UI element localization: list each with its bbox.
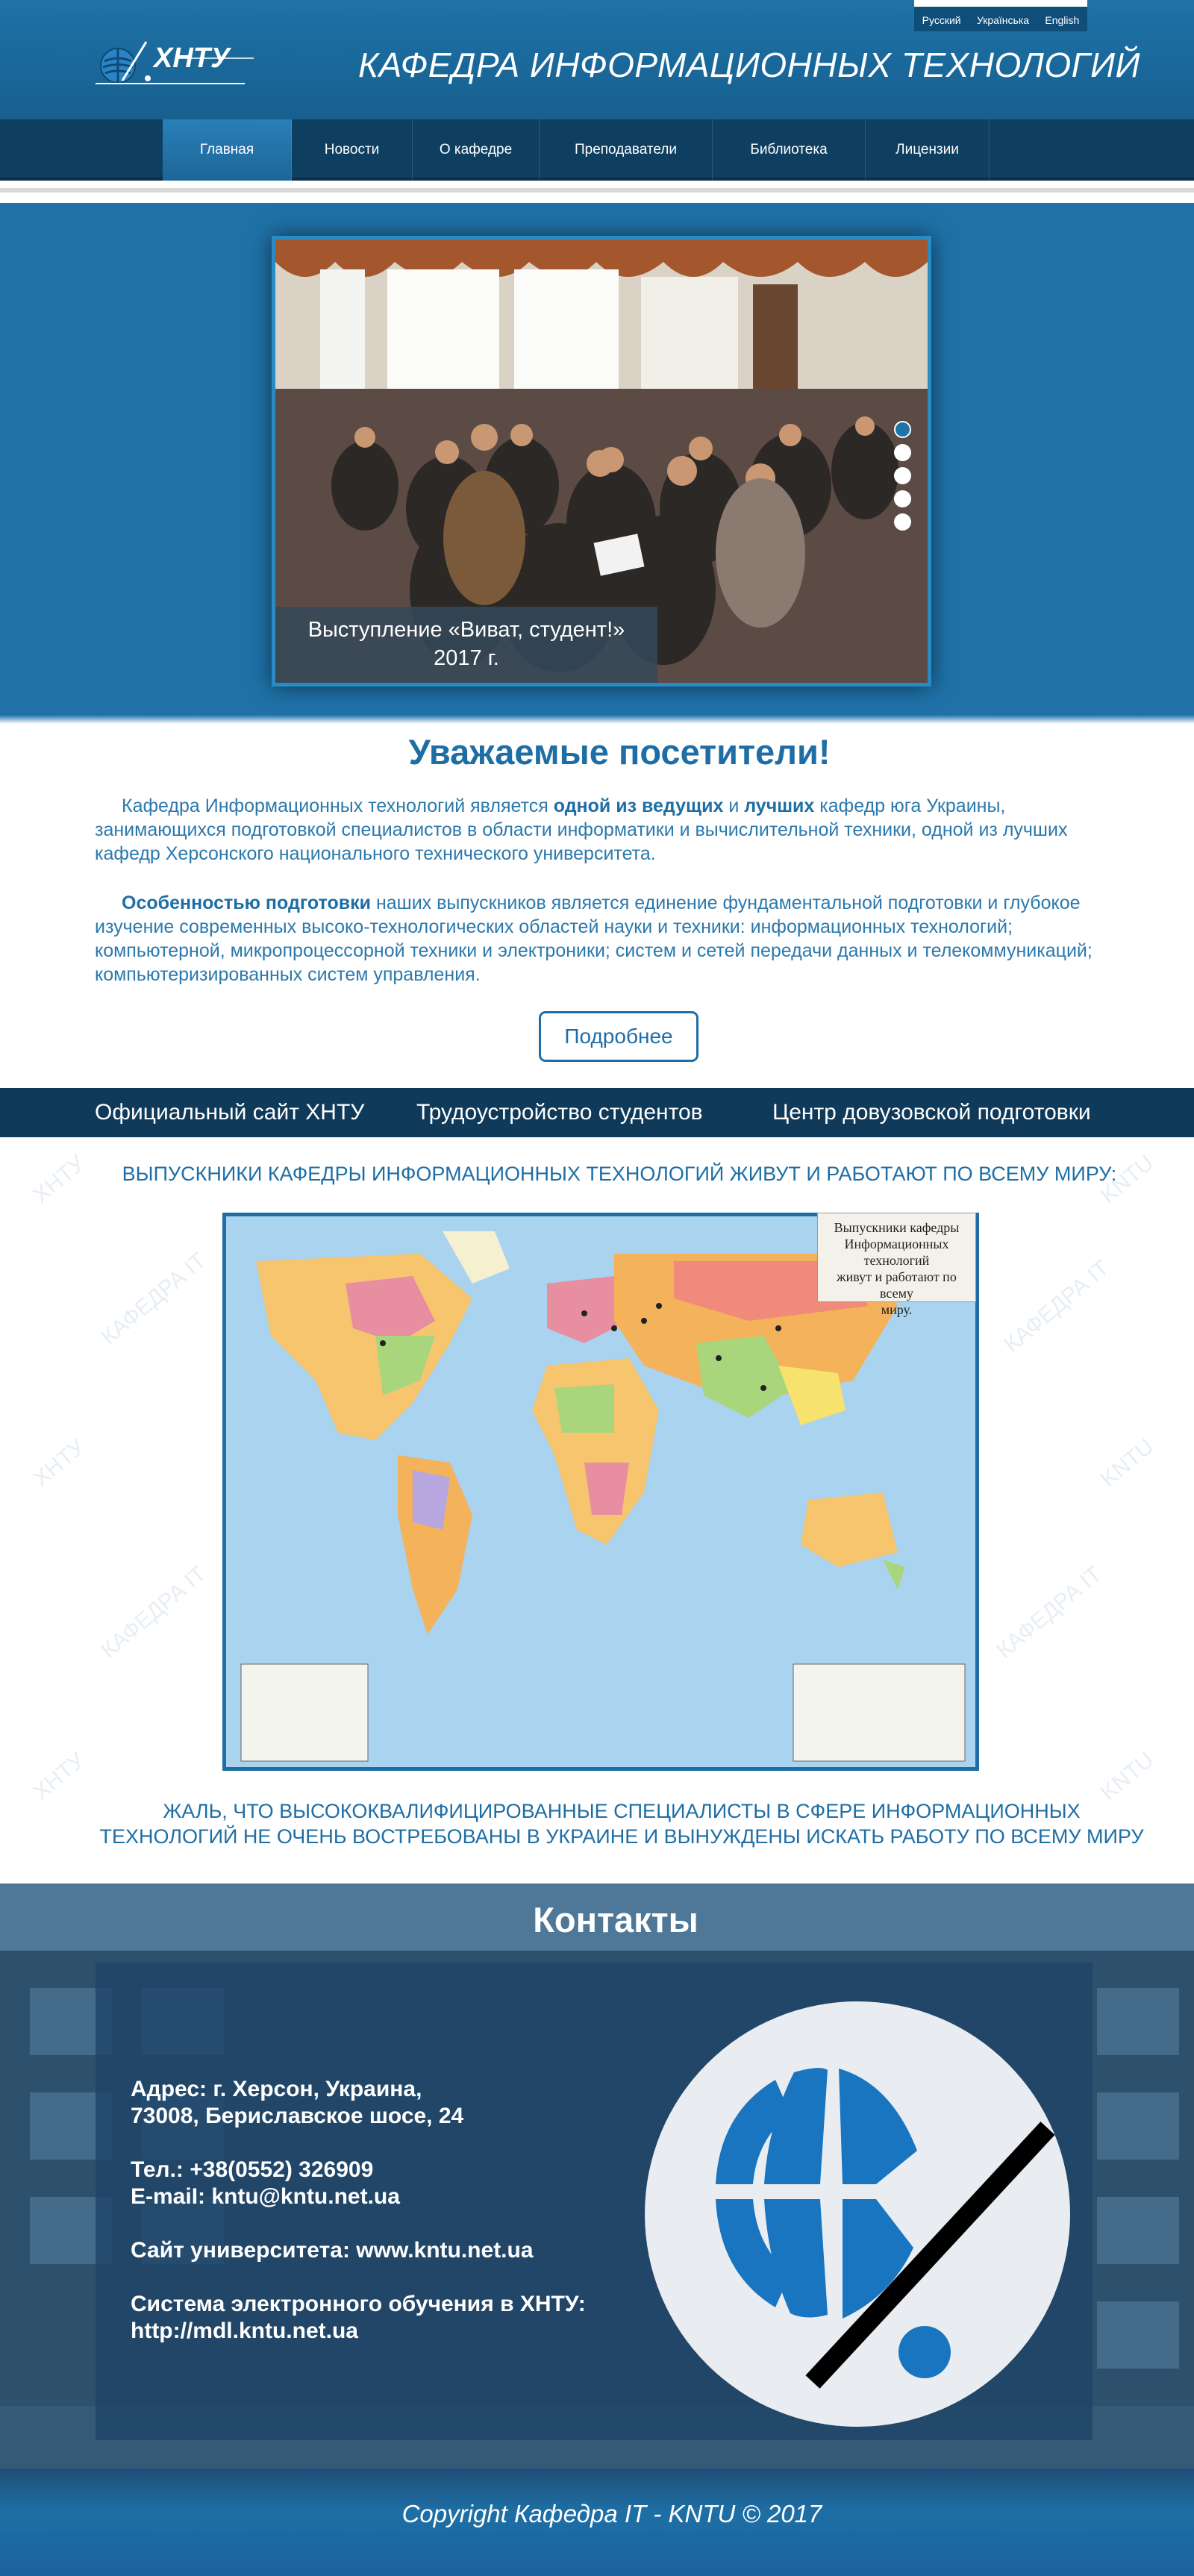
copyright-text: Copyright Кафедра IT - KNTU © 2017 <box>401 2500 822 2527</box>
welcome-emphasis: лучших <box>744 795 815 816</box>
header: Русский Українська English ХНТУ КАФЕДРА … <box>0 0 1194 119</box>
welcome-text: и <box>723 795 745 816</box>
lang-ukrainian-link[interactable]: Українська <box>977 14 1029 26</box>
welcome-paragraph-2: Особенностью подготовки наших выпускнико… <box>95 891 1102 987</box>
watermark-text: КАФЕДРА IT <box>96 1561 211 1663</box>
contact-elearning-label: Система электронного обучения в ХНТУ: <box>131 2292 586 2316</box>
nav-item-licenses[interactable]: Лицензии <box>866 119 990 181</box>
map-subtext-line: ТЕХНОЛОГИЙ НЕ ОЧЕНЬ ВОСТРЕБОВАНЫ В УКРАИ… <box>99 1825 1144 1848</box>
welcome-text: Кафедра Информационных технологий являет… <box>122 795 554 816</box>
header-divider <box>0 181 1194 203</box>
contact-address-line-2: 73008, Бериславское шосе, 24 <box>131 2104 464 2128</box>
welcome-emphasis: одной из ведущих <box>553 795 724 816</box>
map-heading: ВЫПУСКНИКИ КАФЕДРЫ ИНФОРМАЦИОННЫХ ТЕХНОЛ… <box>122 1163 1117 1185</box>
map-subtext-line: ЖАЛЬ, ЧТО ВЫСОКОКВАЛИФИЦИРОВАННЫЕ СПЕЦИА… <box>163 1800 1081 1822</box>
main-nav: Главная Новости О кафедре Преподаватели … <box>0 119 1194 181</box>
nav-item-library[interactable]: Библиотека <box>713 119 866 181</box>
nav-item-about[interactable]: О кафедре <box>413 119 540 181</box>
watermark-text: КАФЕДРА IT <box>992 1561 1107 1663</box>
watermark-text: КАФЕДРА IT <box>999 1255 1114 1357</box>
slide-caption-title: Выступление «Виват, студент!» <box>307 618 625 642</box>
student-employment-link[interactable]: Трудоустройство студентов <box>416 1088 703 1137</box>
contact-email[interactable]: E-maiI: kntu@kntu.net.ua <box>131 2183 400 2210</box>
map-note-line: Информационных технологий <box>844 1237 949 1268</box>
nav-item-home[interactable]: Главная <box>163 119 292 181</box>
map-note-line: Выпускники кафедры <box>834 1220 960 1235</box>
lang-russian-link[interactable]: Русский <box>922 14 961 26</box>
links-band: Официальный сайт ХНТУ Трудоустройство ст… <box>0 1088 1194 1137</box>
official-site-link[interactable]: Официальный сайт ХНТУ <box>95 1088 364 1137</box>
nav-item-news[interactable]: Новости <box>292 119 413 181</box>
slider-dot[interactable] <box>894 490 911 507</box>
page: Русский Українська English ХНТУ КАФЕДРА … <box>0 0 1194 2576</box>
slider-pagination <box>894 421 911 531</box>
kntu-emblem-icon <box>645 2001 1070 2427</box>
watermark-text: ХНТУ <box>28 1434 90 1492</box>
watermark-text: КАФЕДРА IT <box>96 1248 211 1350</box>
more-button[interactable]: Подробнее <box>539 1011 698 1062</box>
contact-address-line-1: Адрес: г. Херсон, Украина, <box>131 2077 422 2101</box>
nav-item-teachers[interactable]: Преподаватели <box>540 119 713 181</box>
contact-university-site[interactable]: Сайт университета: www.kntu.net.ua <box>131 2237 534 2264</box>
pre-university-center-link[interactable]: Центр довузовской подготовки <box>772 1088 1091 1137</box>
watermark-text: KNTU <box>1095 1747 1159 1806</box>
map-subtext: ЖАЛЬ, ЧТО ВЫСОКОКВАЛИФИЦИРОВАННЫЕ СПЕЦИА… <box>75 1798 1169 1849</box>
slide-caption: Выступление «Виват, студент!» 2017 г. <box>275 607 657 683</box>
watermark-text: ХНТУ <box>28 1748 90 1805</box>
welcome-title: Уважаемые посетители! <box>408 732 831 772</box>
kntu-logo-icon: ХНТУ <box>96 41 254 84</box>
welcome-emphasis: Особенностью подготовки <box>122 892 371 913</box>
lang-english-link[interactable]: English <box>1045 14 1079 26</box>
watermark-text: KNTU <box>1095 1434 1159 1492</box>
contact-phone: Тел.: +38(0552) 326909 <box>131 2157 374 2182</box>
slider-dot[interactable] <box>894 467 911 484</box>
welcome-paragraph-1: Кафедра Информационных технологий являет… <box>95 794 1102 866</box>
image-slider[interactable]: Выступление «Виват, студент!» 2017 г. <box>272 236 931 687</box>
slide-caption-year: 2017 г. <box>434 646 499 670</box>
contact-elearning-link[interactable]: http://mdl.kntu.net.ua <box>131 2318 358 2345</box>
kntu-logo[interactable]: ХНТУ <box>96 37 313 94</box>
site-title: КАФЕДРА ИНФОРМАЦИОННЫХ ТЕХНОЛОГИЙ <box>358 46 1140 84</box>
slider-dot[interactable] <box>894 513 911 531</box>
map-note-line: живут и работают по всему <box>837 1269 957 1301</box>
slider-dot[interactable] <box>894 444 911 461</box>
map-note: Выпускники кафедры Информационных технол… <box>817 1213 976 1317</box>
language-switcher: Русский Українська English <box>914 0 1087 31</box>
slider-bottom-fade <box>0 715 1194 724</box>
map-note-line: миру. <box>881 1302 913 1317</box>
slider-dot[interactable] <box>894 421 911 438</box>
contacts-title: Контакты <box>533 1900 698 1939</box>
